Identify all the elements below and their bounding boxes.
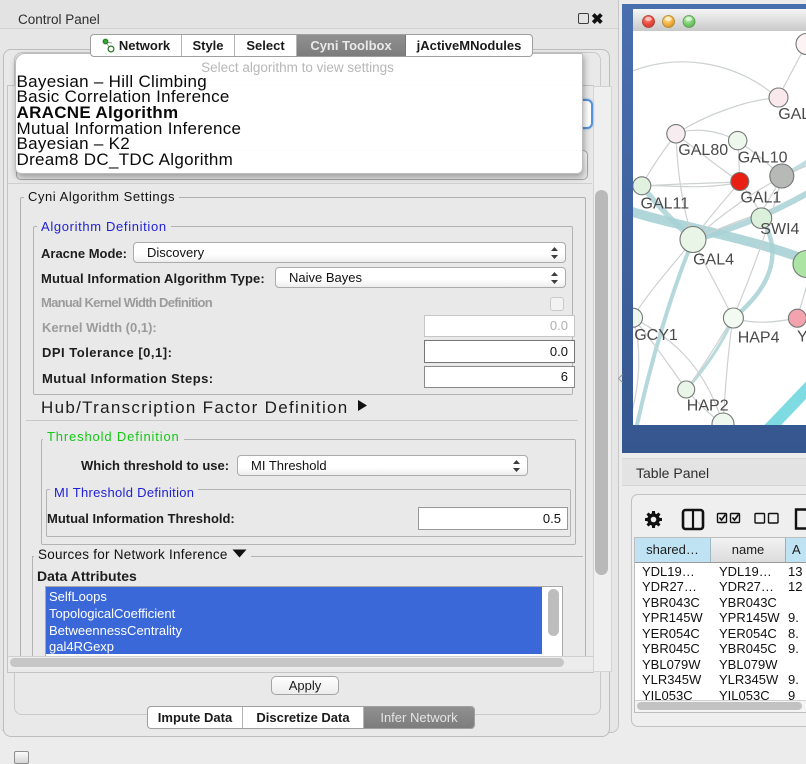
svg-text:GAL: GAL [778,106,806,123]
svg-text:GAL10: GAL10 [738,150,788,167]
svg-text:GAL4: GAL4 [693,251,734,268]
svg-text:SWI4: SWI4 [760,221,799,238]
svg-text:GAL80: GAL80 [678,142,728,159]
svg-text:GCY1: GCY1 [634,327,678,344]
svg-text:HAP2: HAP2 [687,398,729,415]
svg-text:YD: YD [797,329,806,346]
svg-text:GAL1: GAL1 [740,190,781,207]
svg-text:HAP4: HAP4 [738,330,780,347]
svg-text:GAL11: GAL11 [641,196,690,213]
